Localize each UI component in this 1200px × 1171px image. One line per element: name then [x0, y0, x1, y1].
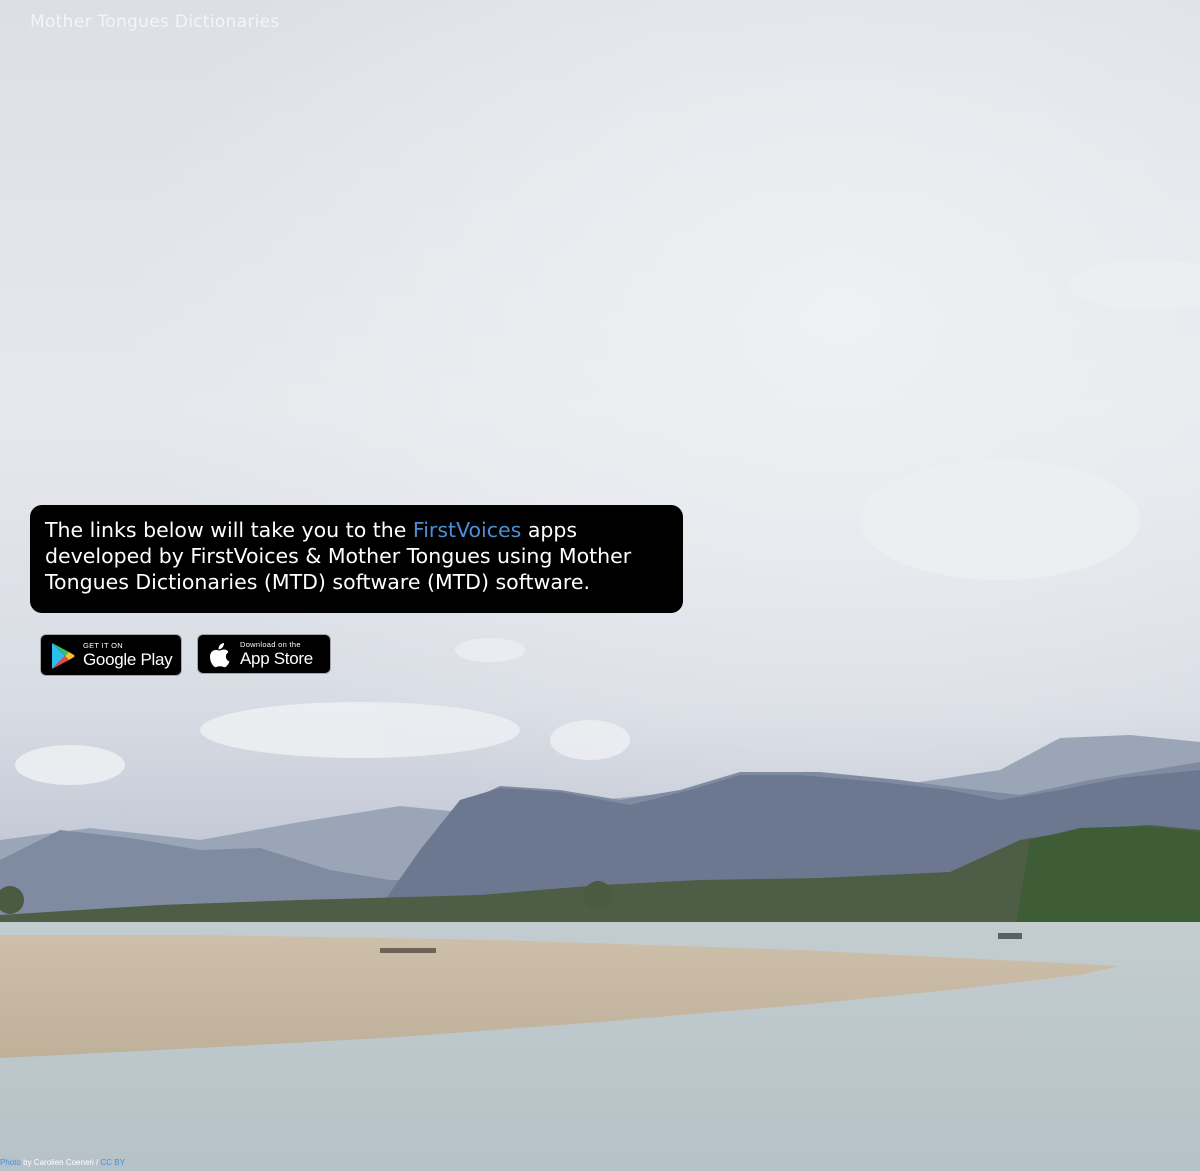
license-link[interactable]: CC BY	[101, 1158, 125, 1167]
info-text-before: The links below will take you to the	[45, 518, 413, 542]
app-store-small-text: Download on the	[240, 640, 301, 649]
photo-credit: Photo by Carolien Coeneri / CC BY	[0, 1158, 125, 1167]
apple-icon	[210, 643, 230, 668]
app-store-badge[interactable]: Download on the App Store	[197, 634, 331, 674]
google-play-label: Google Play	[83, 650, 173, 669]
google-play-badge[interactable]: GET IT ON Google Play	[40, 634, 182, 676]
info-box: The links below will take you to the Fir…	[30, 505, 683, 613]
google-play-small-text: GET IT ON	[83, 641, 123, 650]
photo-credit-author: by Carolien Coeneri /	[20, 1158, 101, 1167]
site-title[interactable]: Mother Tongues Dictionaries	[30, 12, 280, 32]
firstvoices-link[interactable]: FirstVoices	[413, 518, 521, 542]
photo-link[interactable]: Photo	[0, 1158, 21, 1167]
app-store-label: App Store	[240, 649, 313, 668]
google-play-icon	[52, 643, 75, 669]
